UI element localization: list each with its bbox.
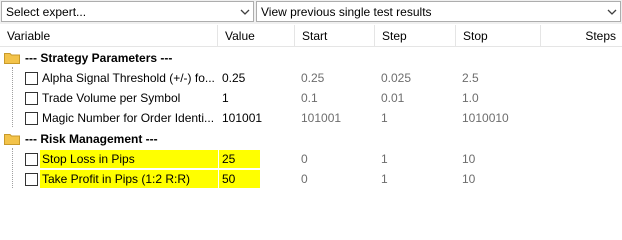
parameter-step[interactable]: 1 — [381, 108, 388, 128]
optimize-checkbox[interactable] — [25, 112, 38, 125]
inputs-grid: Variable Value Start Step Stop Steps ---… — [0, 25, 622, 207]
parameter-row[interactable]: Magic Number for Order Identi... 101001 … — [0, 108, 622, 128]
parameter-row[interactable]: Stop Loss in Pips 25 0 1 10 — [0, 149, 622, 169]
parameter-name: Take Profit in Pips (1:2 R:R) — [42, 172, 191, 186]
parameter-step[interactable]: 0.025 — [381, 68, 411, 88]
parameter-step[interactable]: 1 — [381, 149, 388, 169]
parameter-start[interactable]: 0.1 — [301, 88, 318, 108]
optimize-checkbox[interactable] — [25, 153, 38, 166]
folder-icon — [4, 134, 20, 145]
results-select[interactable]: View previous single test results — [256, 1, 621, 22]
parameter-step[interactable]: 0.01 — [381, 88, 404, 108]
parameter-start[interactable]: 0 — [301, 149, 308, 169]
parameter-value[interactable]: 101001 — [222, 108, 262, 128]
parameter-start[interactable]: 0 — [301, 169, 308, 189]
parameter-name: Alpha Signal Threshold (+/-) fo... — [42, 71, 215, 85]
optimize-checkbox[interactable] — [25, 72, 38, 85]
parameter-stop[interactable]: 1.0 — [462, 88, 479, 108]
parameter-step[interactable]: 1 — [381, 169, 388, 189]
group-title: --- Risk Management --- — [25, 132, 158, 146]
parameter-value[interactable]: 1 — [222, 88, 229, 108]
optimize-checkbox[interactable] — [25, 173, 38, 186]
results-select-value: View previous single test results — [261, 4, 432, 19]
group-title: --- Strategy Parameters --- — [25, 51, 173, 65]
chevron-down-icon[interactable] — [237, 2, 253, 21]
parameter-row[interactable]: Trade Volume per Symbol 1 0.1 0.01 1.0 — [0, 88, 622, 108]
parameter-row[interactable]: Take Profit in Pips (1:2 R:R) 50 0 1 10 — [0, 169, 622, 189]
parameter-name: Trade Volume per Symbol — [42, 91, 181, 105]
parameter-stop[interactable]: 1010010 — [462, 108, 509, 128]
parameter-name: Magic Number for Order Identi... — [42, 111, 215, 125]
optimize-checkbox[interactable] — [25, 92, 38, 105]
parameter-stop[interactable]: 10 — [462, 169, 475, 189]
column-header-variable[interactable]: Variable — [0, 25, 218, 47]
grid-header: Variable Value Start Step Stop Steps — [0, 25, 622, 47]
parameter-start[interactable]: 0.25 — [301, 68, 324, 88]
parameter-start[interactable]: 101001 — [301, 108, 341, 128]
folder-icon — [4, 53, 20, 64]
parameter-stop[interactable]: 10 — [462, 149, 475, 169]
parameter-stop[interactable]: 2.5 — [462, 68, 479, 88]
parameter-value[interactable]: 0.25 — [222, 68, 245, 88]
column-header-step[interactable]: Step — [375, 25, 456, 47]
expert-select-value: Select expert... — [6, 4, 87, 19]
column-header-start[interactable]: Start — [295, 25, 375, 47]
parameter-row[interactable]: Alpha Signal Threshold (+/-) fo... 0.25 … — [0, 68, 622, 88]
group-row-risk-management[interactable]: --- Risk Management --- — [0, 129, 622, 149]
column-header-stop[interactable]: Stop — [456, 25, 541, 47]
chevron-down-icon[interactable] — [604, 2, 620, 21]
column-header-value[interactable]: Value — [218, 25, 295, 47]
parameter-value[interactable]: 50 — [222, 169, 235, 189]
parameter-value[interactable]: 25 — [222, 149, 235, 169]
toolbar: Select expert... View previous single te… — [0, 0, 622, 24]
expert-select[interactable]: Select expert... — [1, 1, 254, 22]
column-header-steps[interactable]: Steps — [541, 25, 622, 47]
group-row-strategy-parameters[interactable]: --- Strategy Parameters --- — [0, 48, 622, 68]
parameter-name: Stop Loss in Pips — [42, 152, 135, 166]
